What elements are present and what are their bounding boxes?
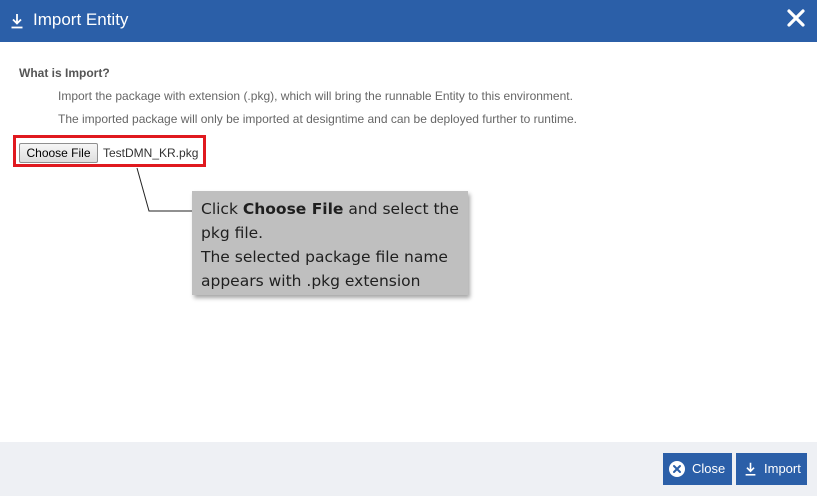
close-icon[interactable] bbox=[787, 9, 805, 27]
info-heading: What is Import? bbox=[19, 66, 110, 80]
dialog-footer: Close Import bbox=[0, 442, 817, 496]
callout-bold: Choose File bbox=[242, 200, 344, 218]
close-button[interactable]: Close bbox=[663, 453, 732, 485]
import-button[interactable]: Import bbox=[736, 453, 807, 485]
download-icon bbox=[11, 14, 23, 29]
close-button-label: Close bbox=[692, 461, 726, 476]
selected-file-name: TestDMN_KR.pkg bbox=[103, 146, 199, 160]
dialog-title: Import Entity bbox=[33, 10, 129, 29]
import-button-label: Import bbox=[764, 461, 801, 476]
info-line-1: Import the package with extension (.pkg)… bbox=[58, 89, 573, 103]
download-icon bbox=[745, 462, 756, 476]
info-line-2: The imported package will only be import… bbox=[58, 112, 577, 126]
callout-line-2: The selected package file name appears w… bbox=[201, 248, 448, 290]
choose-file-button[interactable]: Choose File bbox=[19, 143, 98, 163]
close-circle-icon bbox=[669, 461, 685, 477]
callout-prefix: Click bbox=[201, 200, 243, 218]
dialog-header: Import Entity bbox=[0, 0, 817, 42]
instruction-callout: Click Choose File and select the pkg fil… bbox=[192, 191, 468, 295]
